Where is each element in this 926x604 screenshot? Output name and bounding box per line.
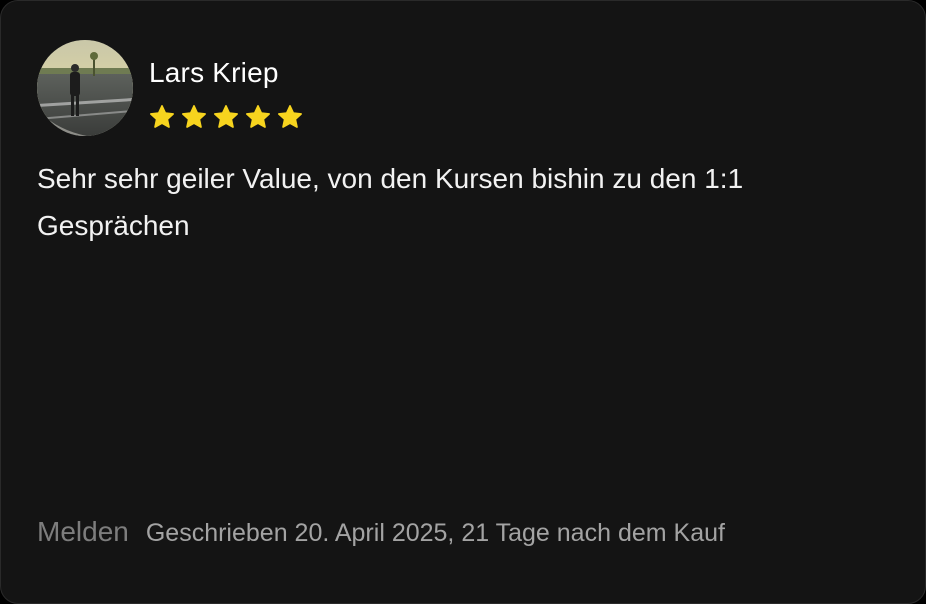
- review-card: Lars Kriep Sehr sehr geiler Value, von d…: [0, 0, 926, 604]
- star-icon: [150, 105, 174, 128]
- star-icon: [182, 105, 206, 128]
- author-name: Lars Kriep: [149, 57, 279, 88]
- avatar: [37, 40, 133, 136]
- star-rating: [149, 104, 303, 130]
- avatar-photo: [37, 40, 133, 136]
- star-icon: [214, 105, 238, 128]
- star-icon: [246, 105, 270, 128]
- star-icon: [278, 105, 302, 128]
- review-text: Sehr sehr geiler Value, von den Kursen b…: [37, 163, 744, 241]
- review-date: Geschrieben 20. April 2025, 21 Tage nach…: [145, 519, 725, 547]
- review-footer: Melden Geschrieben 20. April 2025, 21 Ta…: [37, 516, 725, 548]
- report-button[interactable]: Melden: [37, 516, 129, 548]
